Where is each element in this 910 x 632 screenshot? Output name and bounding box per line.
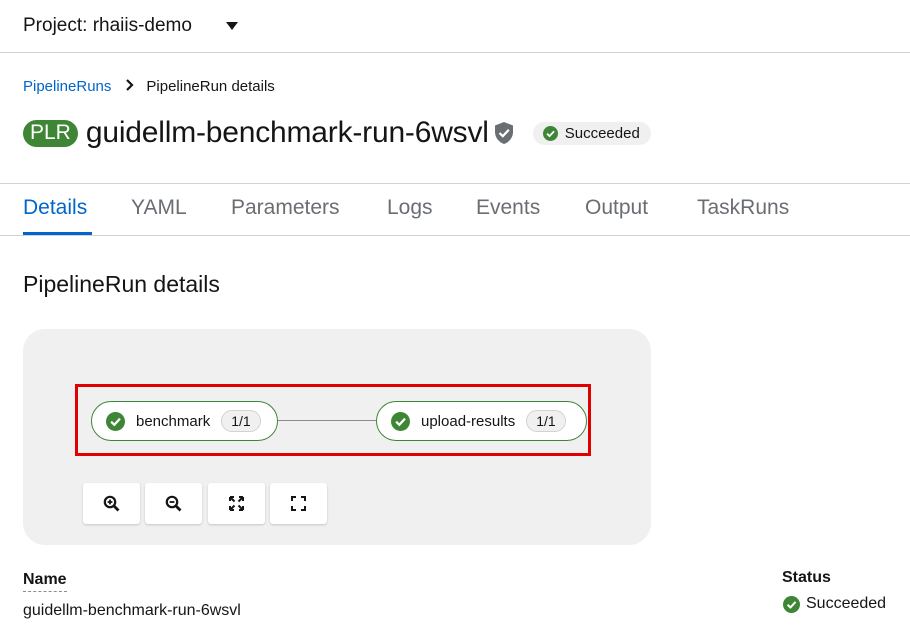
status-value: Succeeded	[783, 595, 886, 613]
reset-view-button[interactable]	[270, 483, 327, 524]
status-label: Status	[782, 569, 831, 586]
task-count: 1/1	[221, 410, 261, 432]
tab-parameters[interactable]: Parameters	[231, 196, 340, 220]
check-circle-icon	[783, 595, 800, 613]
zoom-in-button[interactable]	[83, 483, 140, 524]
task-node-benchmark[interactable]: benchmark 1/1	[91, 401, 278, 441]
caret-down-icon[interactable]	[226, 22, 238, 30]
status-badge: Succeeded	[532, 121, 651, 145]
tab-taskruns[interactable]: TaskRuns	[697, 196, 789, 220]
resource-badge: PLR	[23, 119, 78, 147]
task-count: 1/1	[526, 410, 566, 432]
task-node-upload-results[interactable]: upload-results 1/1	[376, 401, 587, 441]
check-circle-icon	[391, 411, 410, 431]
project-selector[interactable]: Project: rhaiis-demo	[23, 15, 192, 37]
page-header: PLR guidellm-benchmark-run-6wsvl Succeed…	[23, 114, 651, 152]
name-value: guidellm-benchmark-run-6wsvl	[23, 602, 241, 619]
check-circle-icon	[106, 411, 125, 431]
task-name: upload-results	[421, 412, 516, 430]
breadcrumb-pipelineruns-link[interactable]: PipelineRuns	[23, 78, 111, 95]
tab-events[interactable]: Events	[476, 196, 540, 220]
chevron-right-icon	[125, 78, 134, 95]
zoom-out-icon	[165, 495, 182, 512]
status-badge-label: Succeeded	[564, 124, 640, 142]
tab-details[interactable]: Details	[23, 196, 87, 220]
name-label: Name	[23, 571, 67, 592]
task-name: benchmark	[136, 412, 211, 430]
status-value-text: Succeeded	[806, 595, 887, 612]
fit-to-screen-icon	[229, 496, 244, 511]
check-circle-icon	[542, 125, 558, 141]
reset-view-icon	[291, 496, 306, 511]
tab-yaml[interactable]: YAML	[131, 196, 187, 220]
shield-check-icon	[494, 122, 513, 144]
breadcrumb-current: PipelineRun details	[146, 78, 275, 95]
section-title: PipelineRun details	[23, 271, 220, 297]
zoom-in-icon	[103, 495, 120, 512]
project-bar: Project: rhaiis-demo	[0, 0, 910, 53]
task-connector	[278, 420, 376, 421]
pipeline-graph: benchmark 1/1 upload-results 1/1	[23, 329, 651, 545]
breadcrumb: PipelineRuns PipelineRun details	[23, 78, 275, 95]
page-title: guidellm-benchmark-run-6wsvl	[85, 116, 489, 149]
tab-output[interactable]: Output	[585, 196, 648, 220]
active-tab-indicator	[23, 232, 92, 235]
tab-bar: Details YAML Parameters Logs Events Outp…	[0, 183, 910, 236]
fit-to-screen-button[interactable]	[208, 483, 265, 524]
tab-logs[interactable]: Logs	[387, 196, 433, 220]
zoom-out-button[interactable]	[145, 483, 202, 524]
